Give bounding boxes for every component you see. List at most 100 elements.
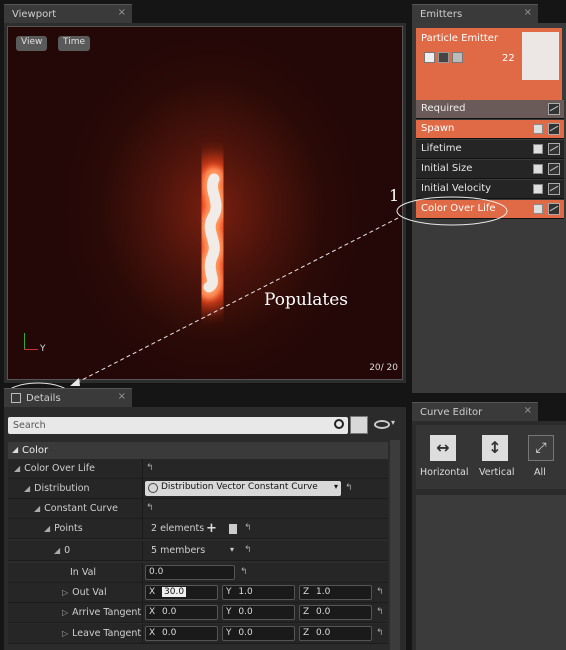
y-label: Y — [226, 628, 232, 638]
viewport-canvas[interactable]: View Time Y 20/ 20 — [7, 26, 403, 380]
row-color-over-life[interactable]: ◢ Color Over Life ↰ — [8, 459, 388, 479]
row-index-0[interactable]: ◢ 0 5 members ▾ ↰ — [8, 541, 388, 561]
section-color[interactable]: ◢ Color — [8, 442, 388, 459]
out-x-value: 30.0 — [162, 587, 187, 597]
horizontal-button[interactable]: ↔ Horizontal — [420, 431, 469, 485]
checkbox-icon[interactable] — [533, 144, 543, 154]
out-val-z-field[interactable]: Z 1.0 — [299, 585, 372, 600]
horizontal-fit-icon: ↔ — [430, 435, 456, 461]
leave-z-field[interactable]: Z 0.0 — [299, 626, 372, 641]
module-label: Spawn — [421, 123, 455, 134]
out-z-value: 1.0 — [316, 587, 331, 597]
column-divider — [142, 459, 143, 479]
module-label: Color Over Life — [421, 203, 496, 214]
curve-graph-area[interactable] — [416, 495, 566, 650]
trash-icon[interactable] — [229, 524, 237, 534]
row-distribution[interactable]: ◢ Distribution Distribution Vector Consta… — [8, 479, 388, 499]
column-divider — [142, 563, 143, 583]
viewport-panel: View Time Y 20/ 20 — [4, 23, 406, 383]
module-lifetime[interactable]: Lifetime — [416, 140, 564, 159]
emitter-name: Particle Emitter — [421, 33, 499, 44]
curve-icon[interactable] — [548, 203, 560, 215]
eye-icon[interactable] — [374, 420, 390, 429]
axis-gizmo: Y — [16, 327, 46, 357]
reset-arrow-icon[interactable]: ↰ — [146, 463, 154, 473]
row-label: Distribution — [34, 483, 90, 494]
curve-editor-tab[interactable]: Curve Editor × — [412, 402, 538, 421]
close-icon[interactable]: × — [524, 7, 532, 18]
y-label: Y — [226, 587, 232, 597]
chevron-down-icon[interactable]: ▾ — [391, 418, 395, 427]
reset-arrow-icon[interactable]: ↰ — [376, 607, 384, 617]
reset-arrow-icon[interactable]: ↰ — [345, 483, 353, 493]
chevron-down-icon: ▾ — [333, 482, 338, 491]
vertical-button[interactable]: ↕ Vertical — [474, 431, 518, 485]
triangle-down-icon: ◢ — [12, 445, 19, 454]
arrive-y-field[interactable]: Y 0.0 — [222, 605, 295, 620]
leave-y-value: 0.0 — [238, 628, 253, 638]
search-input[interactable]: Search — [8, 417, 348, 434]
module-color-over-life[interactable]: Color Over Life — [416, 200, 564, 219]
module-required[interactable]: Required — [416, 100, 564, 119]
leave-y-field[interactable]: Y 0.0 — [222, 626, 295, 641]
x-label: X — [149, 607, 156, 617]
checkbox-icon[interactable] — [533, 204, 543, 214]
arrive-z-field[interactable]: Z 0.0 — [299, 605, 372, 620]
view-options-button[interactable] — [350, 416, 368, 434]
reset-arrow-icon[interactable]: ↰ — [376, 587, 384, 597]
arrive-x-value: 0.0 — [162, 607, 177, 617]
add-icon[interactable]: + — [206, 521, 217, 536]
row-arrive-tangent[interactable]: ▷ Arrive Tangent X 0.0 Y 0.0 Z 0.0 ↰ — [8, 603, 388, 623]
module-initial-velocity[interactable]: Initial Velocity — [416, 180, 564, 199]
fit-all-icon: ⤢ — [528, 435, 554, 461]
chevron-down-icon[interactable]: ▾ — [230, 545, 234, 554]
details-icon — [11, 393, 21, 403]
row-leave-tangent[interactable]: ▷ Leave Tangent X 0.0 Y 0.0 Z 0.0 ↰ — [8, 624, 388, 644]
row-out-val[interactable]: ▷ Out Val X 30.0 Y 1.0 Z 1.0 ↰ — [8, 583, 388, 603]
search-icon[interactable] — [334, 419, 344, 429]
checkbox-icon[interactable] — [533, 124, 543, 134]
curve-icon[interactable] — [548, 103, 560, 115]
viewport-tab[interactable]: Viewport × — [4, 4, 132, 23]
checkbox-icon[interactable] — [533, 164, 543, 174]
reset-arrow-icon[interactable]: ↰ — [244, 523, 252, 533]
emitter-header[interactable]: Particle Emitter 22 — [416, 28, 562, 100]
in-val-field[interactable]: 0.0 — [145, 565, 235, 580]
curve-icon[interactable] — [548, 183, 560, 195]
curve-icon[interactable] — [548, 143, 560, 155]
module-label: Lifetime — [421, 143, 462, 154]
triangle-down-icon: ◢ — [14, 464, 21, 473]
checkbox-icon[interactable] — [533, 184, 543, 194]
details-tab[interactable]: Details × — [4, 388, 132, 407]
close-icon[interactable]: × — [118, 391, 126, 402]
row-label: Leave Tangent — [72, 628, 142, 639]
out-val-y-field[interactable]: Y 1.0 — [222, 585, 295, 600]
reset-arrow-icon[interactable]: ↰ — [244, 545, 252, 555]
reset-arrow-icon[interactable]: ↰ — [146, 503, 154, 513]
row-in-val[interactable]: In Val 0.0 ↰ — [8, 563, 388, 583]
arrive-x-field[interactable]: X 0.0 — [145, 605, 218, 620]
close-icon[interactable]: × — [118, 7, 126, 18]
emitters-tab-label: Emitters — [420, 9, 463, 20]
close-icon[interactable]: × — [524, 405, 532, 416]
out-val-x-field[interactable]: X 30.0 — [145, 585, 218, 600]
all-button[interactable]: ⤢ All — [522, 431, 562, 485]
details-scrollbar[interactable] — [390, 440, 400, 650]
emitters-tab[interactable]: Emitters × — [412, 4, 538, 23]
triangle-right-icon: ▷ — [62, 629, 69, 638]
leave-x-field[interactable]: X 0.0 — [145, 626, 218, 641]
curve-icon[interactable] — [548, 123, 560, 135]
reset-arrow-icon[interactable]: ↰ — [240, 567, 248, 577]
reset-arrow-icon[interactable]: ↰ — [376, 628, 384, 638]
module-initial-size[interactable]: Initial Size — [416, 160, 564, 179]
particle-flame — [189, 157, 237, 309]
emitter-solo-icon[interactable] — [452, 52, 463, 63]
emitter-mode-icon[interactable] — [438, 52, 449, 63]
curve-icon[interactable] — [548, 163, 560, 175]
row-points[interactable]: ◢ Points 2 elements + ↰ — [8, 519, 388, 539]
module-spawn[interactable]: Spawn — [416, 120, 564, 139]
triangle-right-icon: ▷ — [62, 608, 69, 617]
distribution-dropdown[interactable]: Distribution Vector Constant Curve ▾ — [145, 481, 341, 496]
emitter-enable-checkbox[interactable] — [424, 52, 435, 63]
row-constant-curve[interactable]: ◢ Constant Curve ↰ — [8, 499, 388, 519]
